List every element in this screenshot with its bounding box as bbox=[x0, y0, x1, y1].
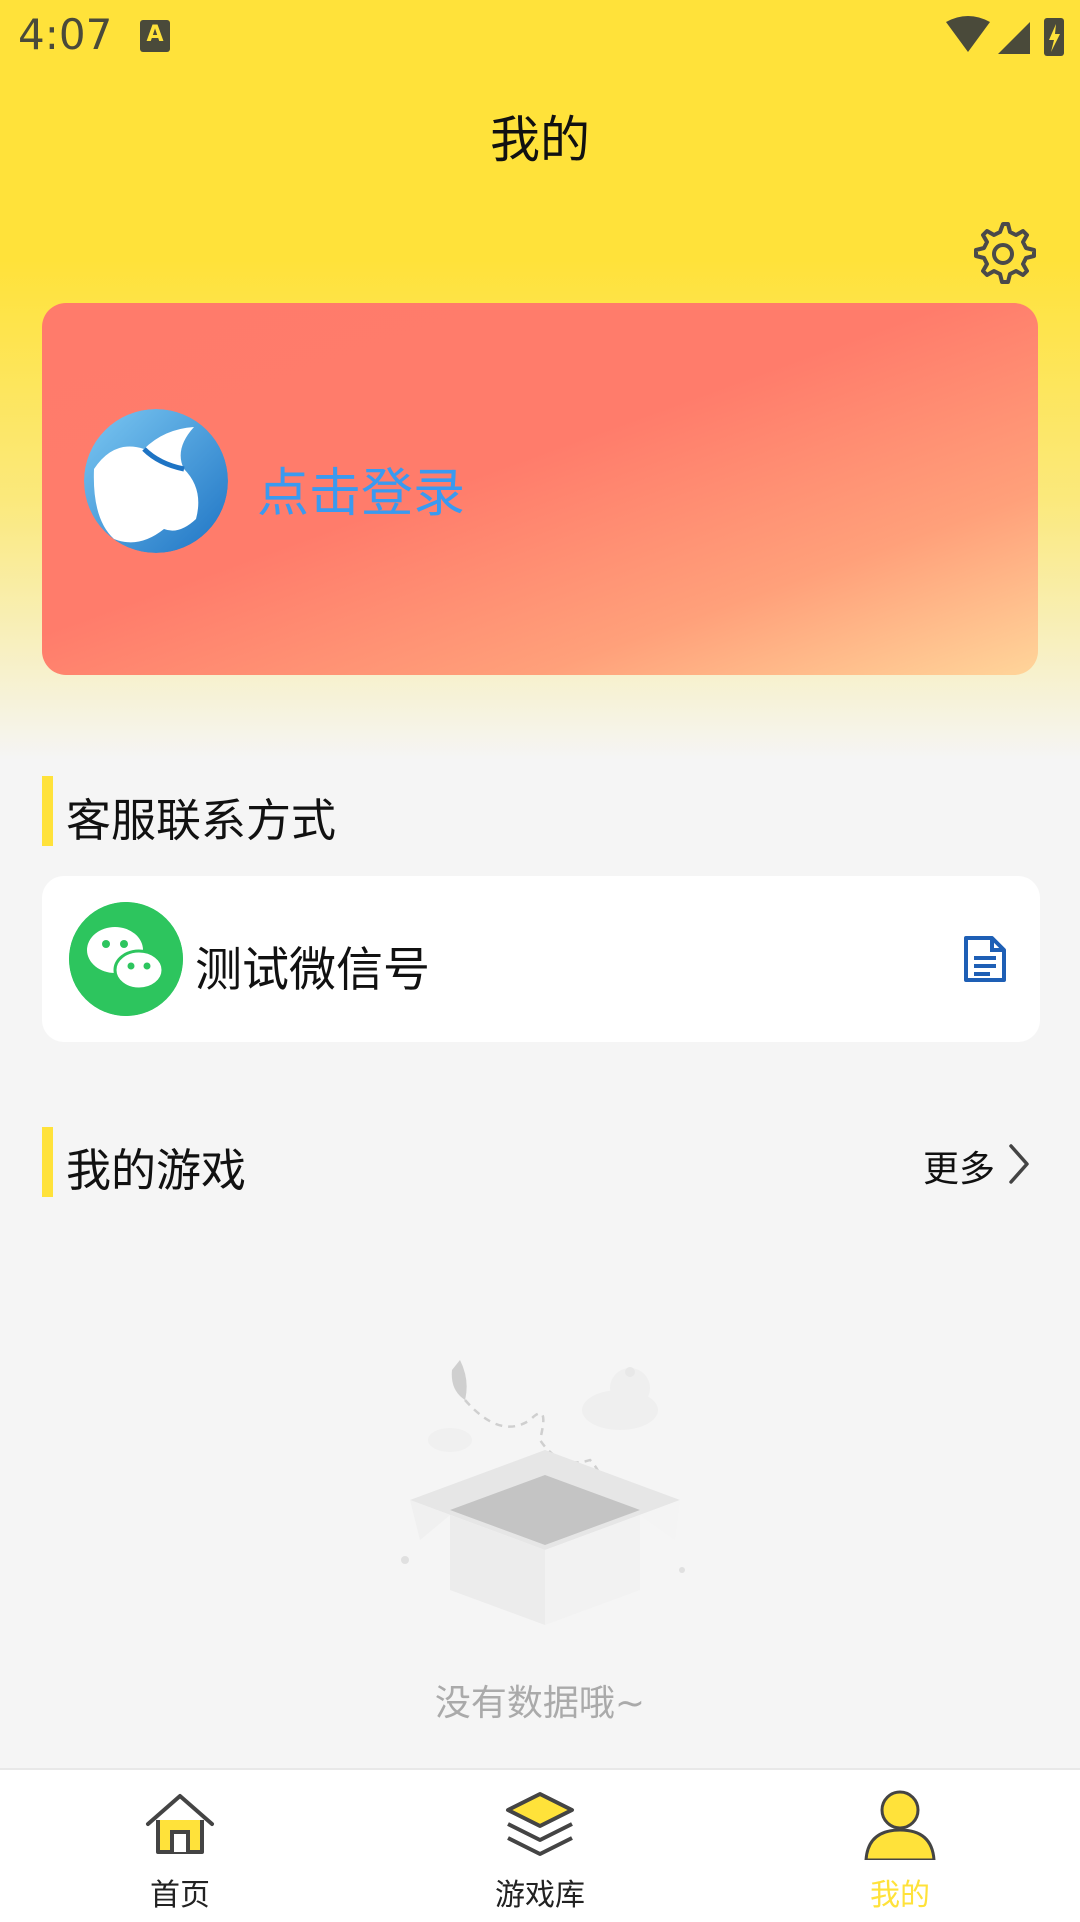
layers-icon bbox=[506, 1792, 574, 1856]
status-icons bbox=[946, 16, 1064, 56]
empty-box-illustration bbox=[401, 1360, 685, 1625]
my-games-title: 我的游戏 bbox=[66, 1144, 247, 1197]
wifi-icon bbox=[946, 16, 990, 52]
settings-gear-icon[interactable] bbox=[968, 218, 1038, 288]
empty-state-text: 没有数据哦~ bbox=[434, 1683, 646, 1724]
copy-document-icon[interactable] bbox=[962, 934, 1008, 984]
section-accent-bar bbox=[42, 776, 53, 846]
login-label[interactable]: 点击登录 bbox=[257, 451, 465, 526]
section-accent-bar bbox=[42, 1127, 53, 1197]
wechat-id-label: 测试微信号 bbox=[195, 943, 430, 998]
status-bar: 4:07 A bbox=[0, 0, 1080, 72]
page-title: 我的 bbox=[490, 111, 590, 169]
notification-icon: A bbox=[140, 20, 170, 52]
customer-service-title: 客服联系方式 bbox=[66, 794, 337, 847]
nav-item-mine[interactable]: 我的 bbox=[800, 1770, 1000, 1922]
more-link[interactable]: 更多 bbox=[923, 1140, 995, 1192]
login-card[interactable]: 点击登录 bbox=[42, 303, 1038, 675]
status-time: 4:07 bbox=[18, 10, 113, 59]
bottom-nav: 首页 游戏库 我的 bbox=[0, 1768, 1080, 1922]
wechat-icon bbox=[69, 902, 183, 1016]
home-icon bbox=[146, 1794, 214, 1854]
user-icon bbox=[864, 1790, 936, 1860]
signal-icon bbox=[998, 22, 1030, 54]
nav-label-game-library: 游戏库 bbox=[495, 1878, 585, 1913]
wechat-contact-card: 测试微信号 bbox=[42, 876, 1040, 1042]
nav-item-game-library[interactable]: 游戏库 bbox=[440, 1770, 640, 1922]
chevron-right-icon[interactable] bbox=[1005, 1142, 1033, 1186]
avatar[interactable] bbox=[84, 409, 228, 553]
nav-label-mine: 我的 bbox=[870, 1878, 930, 1913]
nav-label-home: 首页 bbox=[150, 1878, 210, 1913]
nav-item-home[interactable]: 首页 bbox=[80, 1770, 280, 1922]
